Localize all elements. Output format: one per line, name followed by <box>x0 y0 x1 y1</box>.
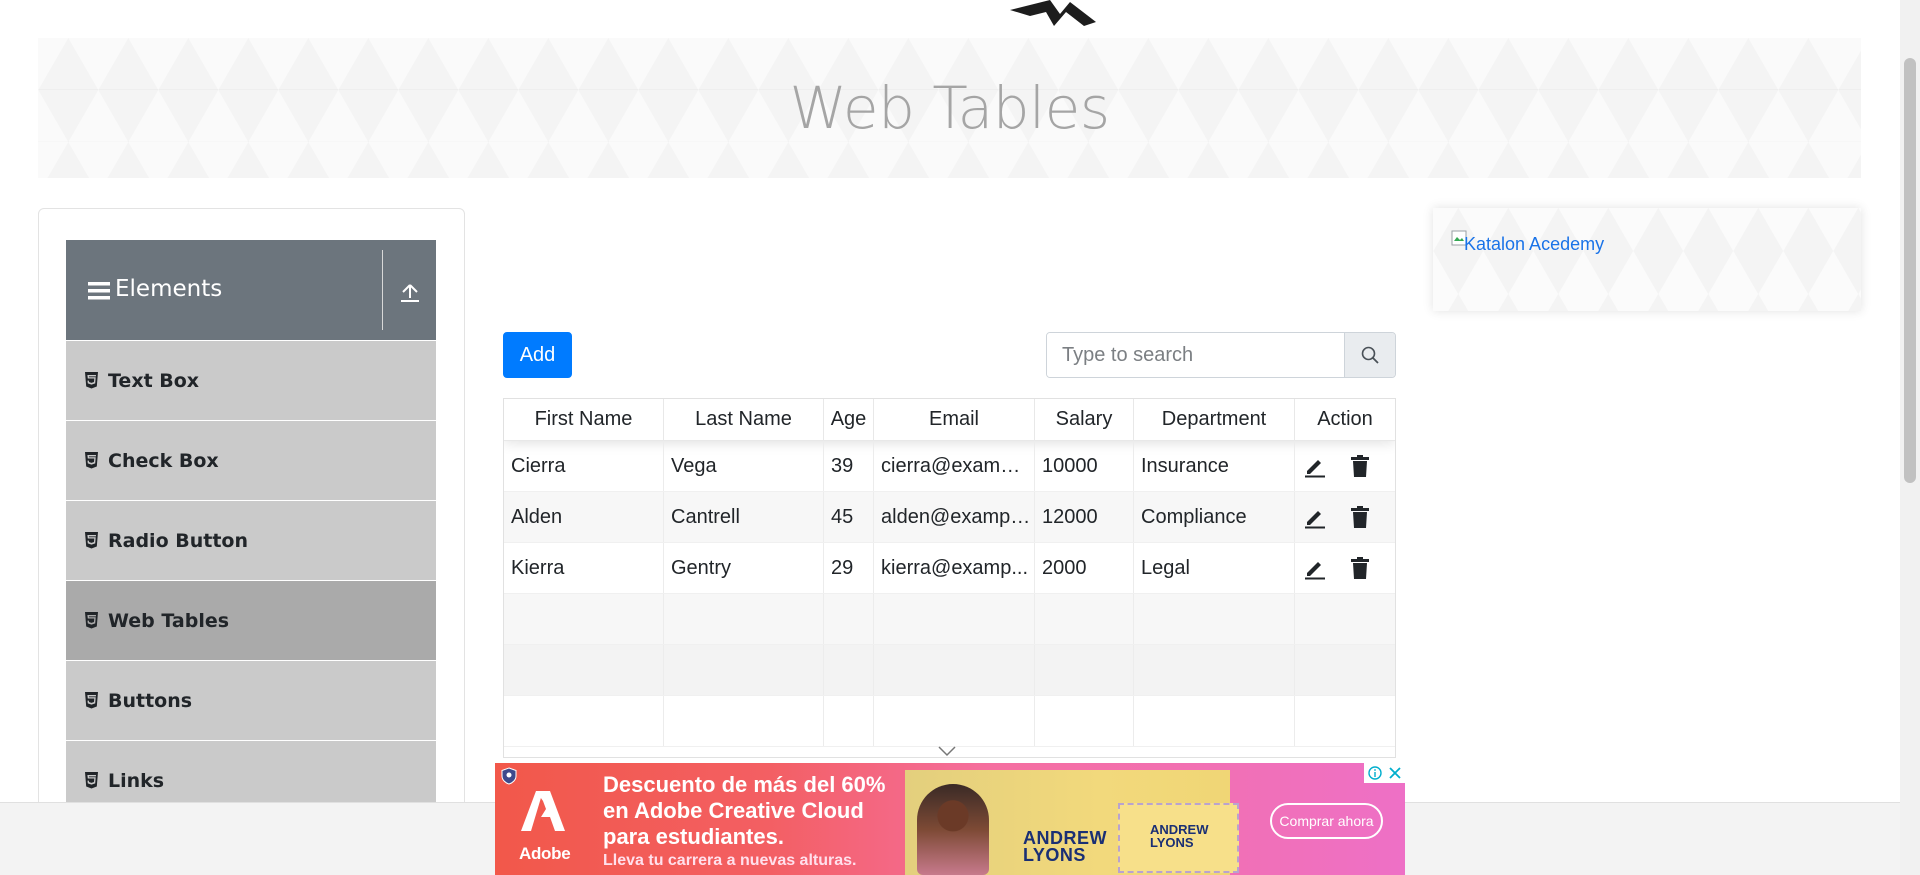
cell-email: alden@exampl... <box>874 492 1035 542</box>
html5-icon <box>85 692 98 709</box>
sidebar-item-label: Text Box <box>108 369 200 392</box>
table-row: Cierra Vega 39 cierra@exampl... 10000 In… <box>504 441 1395 492</box>
cell-salary: 2000 <box>1035 543 1134 593</box>
cell-email: cierra@exampl... <box>874 441 1035 491</box>
upload-arrow-icon[interactable] <box>399 282 421 304</box>
search-icon <box>1361 346 1379 364</box>
cell-first-name: Cierra <box>504 441 664 491</box>
ad-cta-button[interactable]: Comprar ahora <box>1270 803 1383 839</box>
cell-age: 45 <box>824 492 874 542</box>
scrollbar-thumb[interactable] <box>1904 58 1916 483</box>
cell-department: Compliance <box>1134 492 1295 542</box>
page-banner: Web Tables <box>38 38 1861 178</box>
pencil-icon[interactable] <box>1303 505 1327 529</box>
cell-age: 39 <box>824 441 874 491</box>
html5-icon <box>85 532 98 549</box>
sidebar-item-check-box[interactable]: Check Box <box>66 420 436 500</box>
sidebar-item-buttons[interactable]: Buttons <box>66 660 436 740</box>
info-icon[interactable] <box>1368 766 1382 780</box>
cell-action <box>1295 492 1395 542</box>
html5-icon <box>85 372 98 389</box>
cell-age: 29 <box>824 543 874 593</box>
table-row: Kierra Gentry 29 kierra@examp... 2000 Le… <box>504 543 1395 594</box>
shield-icon <box>501 767 517 785</box>
ad-person-name: ANDREW LYONS <box>1023 828 1107 865</box>
column-header-last-name[interactable]: Last Name <box>664 399 824 440</box>
hamburger-icon <box>88 282 110 300</box>
adobe-a-icon <box>521 791 565 831</box>
sidebar-item-label: Buttons <box>108 689 193 712</box>
web-table: First Name Last Name Age Email Salary De… <box>503 398 1396 758</box>
cell-salary: 10000 <box>1035 441 1134 491</box>
cell-department: Legal <box>1134 543 1295 593</box>
email-text: kierra@examp... <box>881 556 1029 579</box>
trash-icon[interactable] <box>1348 556 1372 580</box>
adobe-brand-text: Adobe <box>519 844 571 863</box>
column-header-salary[interactable]: Salary <box>1035 399 1134 440</box>
ad-choices[interactable] <box>1364 763 1405 783</box>
column-header-email[interactable]: Email <box>874 399 1035 440</box>
katalon-ad-alt-text[interactable]: Katalon Acedemy <box>1464 234 1604 255</box>
adobe-logo: Adobe <box>519 787 571 863</box>
email-text: alden@exampl... <box>881 505 1031 528</box>
cell-action <box>1295 543 1395 593</box>
adobe-ad-banner[interactable]: Adobe Descuento de más del 60% en Adobe … <box>495 763 1405 875</box>
cell-last-name: Gentry <box>664 543 824 593</box>
cell-salary: 12000 <box>1035 492 1134 542</box>
html5-icon <box>85 452 98 469</box>
page-scrollbar[interactable] <box>1900 0 1920 875</box>
sidebar-panel: Elements Text Box Check Box Radio Button… <box>38 208 465 875</box>
cell-department: Insurance <box>1134 441 1295 491</box>
pencil-icon[interactable] <box>1303 454 1327 478</box>
column-header-action: Action <box>1317 408 1373 430</box>
column-header-first-name[interactable]: First Name <box>504 399 664 440</box>
table-row: Alden Cantrell 45 alden@exampl... 12000 … <box>504 492 1395 543</box>
empty-table-row <box>504 594 1395 645</box>
html5-icon <box>85 612 98 629</box>
elements-group-header[interactable]: Elements <box>66 240 436 340</box>
ad-card-name: ANDREW LYONS <box>1150 822 1209 850</box>
header-divider <box>382 250 383 330</box>
toolsqa-logo-fragment[interactable] <box>1010 0 1100 26</box>
ad-business-card: ANDREW LYONS <box>1118 803 1239 873</box>
cell-email: kierra@examp... <box>874 543 1035 593</box>
sidebar-item-label: Web Tables <box>108 609 230 632</box>
katalon-ad[interactable]: Katalon Acedemy <box>1433 208 1861 311</box>
search-button[interactable] <box>1344 333 1395 377</box>
column-header-age[interactable]: Age <box>824 399 874 440</box>
cell-last-name: Cantrell <box>664 492 824 542</box>
sidebar-item-label: Radio Button <box>108 529 248 552</box>
ad-person-image <box>917 784 989 875</box>
column-header-department[interactable]: Department <box>1134 399 1295 440</box>
html5-icon <box>85 772 98 789</box>
sidebar-item-label: Links <box>108 769 165 792</box>
sidebar-item-text-box[interactable]: Text Box <box>66 340 436 420</box>
page-title: Web Tables <box>789 74 1110 142</box>
elements-menu-list: Text Box Check Box Radio Button Web Tabl… <box>66 340 436 820</box>
empty-table-row <box>504 645 1395 696</box>
ad-subline: Lleva tu carrera a nuevas alturas. <box>603 852 857 869</box>
sidebar-item-web-tables[interactable]: Web Tables <box>66 580 436 660</box>
add-button[interactable]: Add <box>503 332 572 378</box>
trash-icon[interactable] <box>1348 505 1372 529</box>
search-box <box>1046 332 1396 378</box>
empty-table-row <box>504 696 1395 747</box>
cell-last-name: Vega <box>664 441 824 491</box>
table-header: First Name Last Name Age Email Salary De… <box>504 399 1395 441</box>
cell-action <box>1295 441 1395 491</box>
cell-first-name: Alden <box>504 492 664 542</box>
cell-first-name: Kierra <box>504 543 664 593</box>
close-icon[interactable] <box>1389 767 1401 779</box>
chevron-down-icon[interactable] <box>937 745 957 757</box>
ad-photo: ANDREW LYONS ANDREW LYONS <box>905 770 1239 875</box>
sidebar-item-radio-button[interactable]: Radio Button <box>66 500 436 580</box>
ad-headline: Descuento de más del 60% en Adobe Creati… <box>603 772 886 849</box>
search-input[interactable] <box>1047 333 1344 377</box>
trash-icon[interactable] <box>1348 454 1372 478</box>
email-text: cierra@exampl... <box>881 454 1031 477</box>
sidebar-item-label: Check Box <box>108 449 219 472</box>
elements-group-title: Elements <box>115 276 223 302</box>
pencil-icon[interactable] <box>1303 556 1327 580</box>
